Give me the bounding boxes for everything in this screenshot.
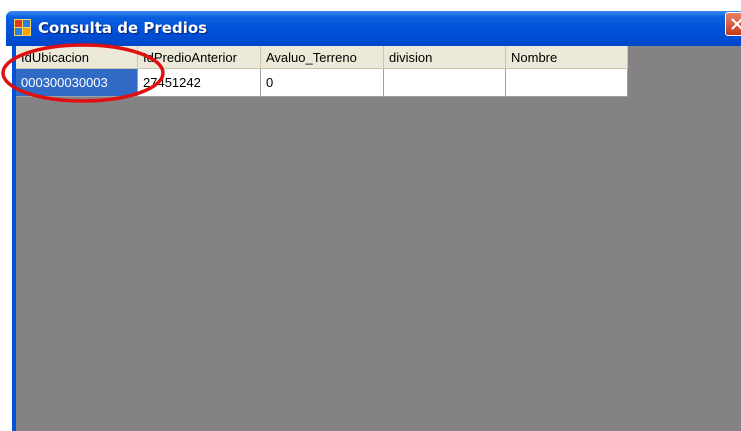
column-header-idubicacion[interactable]: IdUbicacion <box>16 46 138 69</box>
grid-cell-idpredioanterior[interactable]: 27451242 <box>138 69 261 97</box>
column-header-idpredioanterior[interactable]: IdPredioAnterior <box>138 46 261 69</box>
column-header-avaluo-terreno[interactable]: Avaluo_Terreno <box>261 46 384 69</box>
grid-cell-idubicacion[interactable]: 000300030003 <box>16 69 138 97</box>
consulta-predios-window: Consulta de Predios IdUbicacion IdPredio… <box>0 0 741 431</box>
grid-cell-division[interactable] <box>384 69 506 97</box>
grid-cell-avaluo-terreno[interactable]: 0 <box>261 69 384 97</box>
window-title: Consulta de Predios <box>38 19 208 37</box>
app-grid-icon <box>14 19 31 36</box>
close-button[interactable] <box>725 12 741 36</box>
client-area <box>12 46 741 431</box>
close-icon <box>731 18 741 30</box>
column-header-division[interactable]: division <box>384 46 506 69</box>
title-bar[interactable]: Consulta de Predios <box>6 11 741 46</box>
column-header-nombre[interactable]: Nombre <box>506 46 628 69</box>
grid-cell-nombre[interactable] <box>506 69 628 97</box>
